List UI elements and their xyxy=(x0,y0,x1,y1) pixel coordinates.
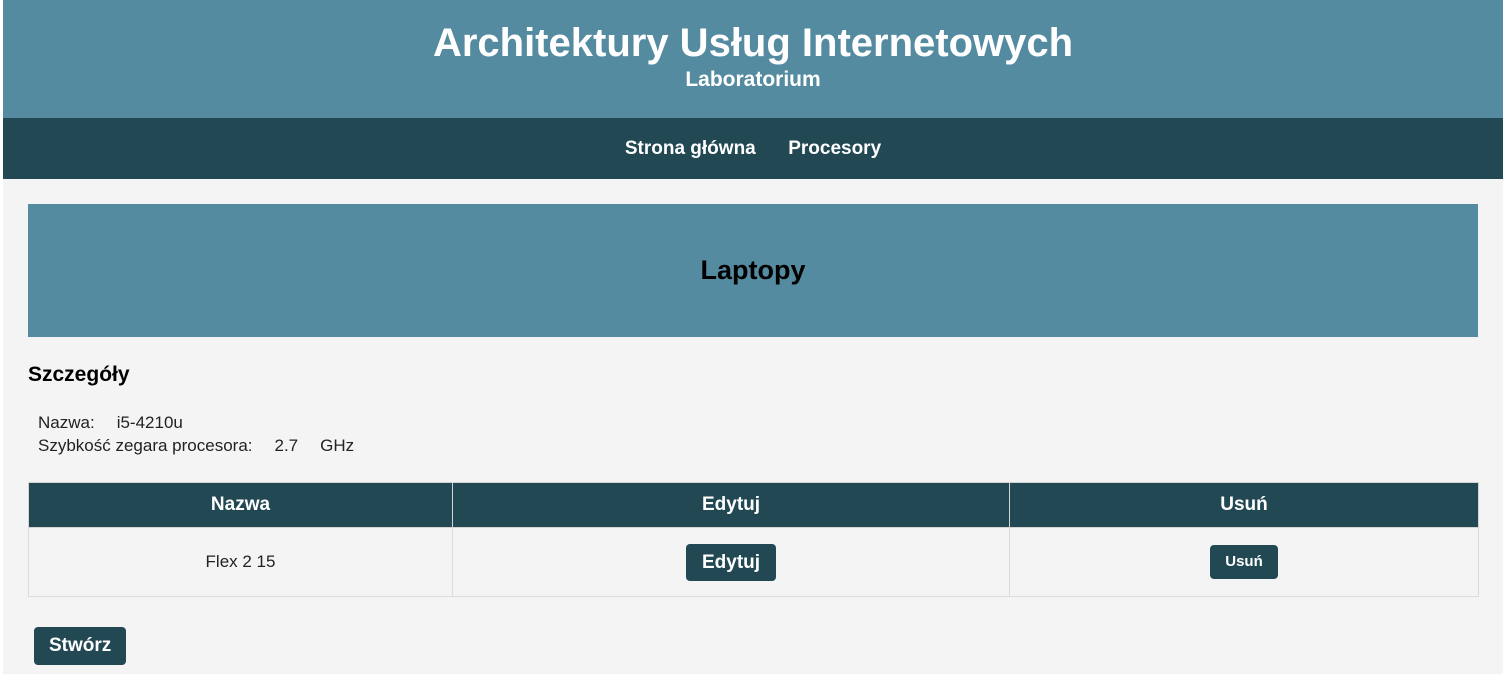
column-header-edit: Edytuj xyxy=(452,482,1010,528)
column-header-name: Nazwa xyxy=(28,482,453,528)
detail-clock-unit: GHz xyxy=(320,436,355,455)
detail-clock-label: Szybkość zegara procesora: xyxy=(38,436,253,455)
detail-clock-value: 2.7 xyxy=(274,436,299,455)
laptops-table: Nazwa Edytuj Usuń Flex 2 15 Edytuj Usuń xyxy=(28,482,1479,597)
table-header-row: Nazwa Edytuj Usuń xyxy=(28,482,1479,528)
detail-name-row: Nazwa: i5-4210u xyxy=(38,412,183,434)
delete-cell: Usuń xyxy=(1009,527,1479,597)
edit-cell: Edytuj xyxy=(452,527,1010,597)
nav-link-processors[interactable]: Procesory xyxy=(788,118,881,179)
section-title: Laptopy xyxy=(700,255,806,285)
delete-button[interactable]: Usuń xyxy=(1210,545,1278,579)
detail-name-label: Nazwa: xyxy=(38,413,95,432)
site-header: Architektury Usług Internetowych Laborat… xyxy=(3,0,1503,118)
site-title: Architektury Usług Internetowych xyxy=(432,21,1074,65)
page: Architektury Usług Internetowych Laborat… xyxy=(3,0,1503,674)
create-button[interactable]: Stwórz xyxy=(34,627,127,665)
column-header-delete: Usuń xyxy=(1009,482,1479,528)
site-subtitle: Laboratorium xyxy=(685,68,821,91)
nav-link-home[interactable]: Strona główna xyxy=(625,118,756,179)
main-nav: Strona główna Procesory xyxy=(3,118,1503,179)
section-banner: Laptopy xyxy=(28,204,1478,337)
details-heading: Szczegóły xyxy=(28,363,130,386)
laptop-name-cell: Flex 2 15 xyxy=(28,527,453,597)
detail-clock-row: Szybkość zegara procesora: 2.7 GHz xyxy=(38,435,354,457)
edit-button[interactable]: Edytuj xyxy=(685,543,777,581)
table-row: Flex 2 15 Edytuj Usuń xyxy=(28,527,1479,597)
detail-name-value: i5-4210u xyxy=(116,413,183,432)
